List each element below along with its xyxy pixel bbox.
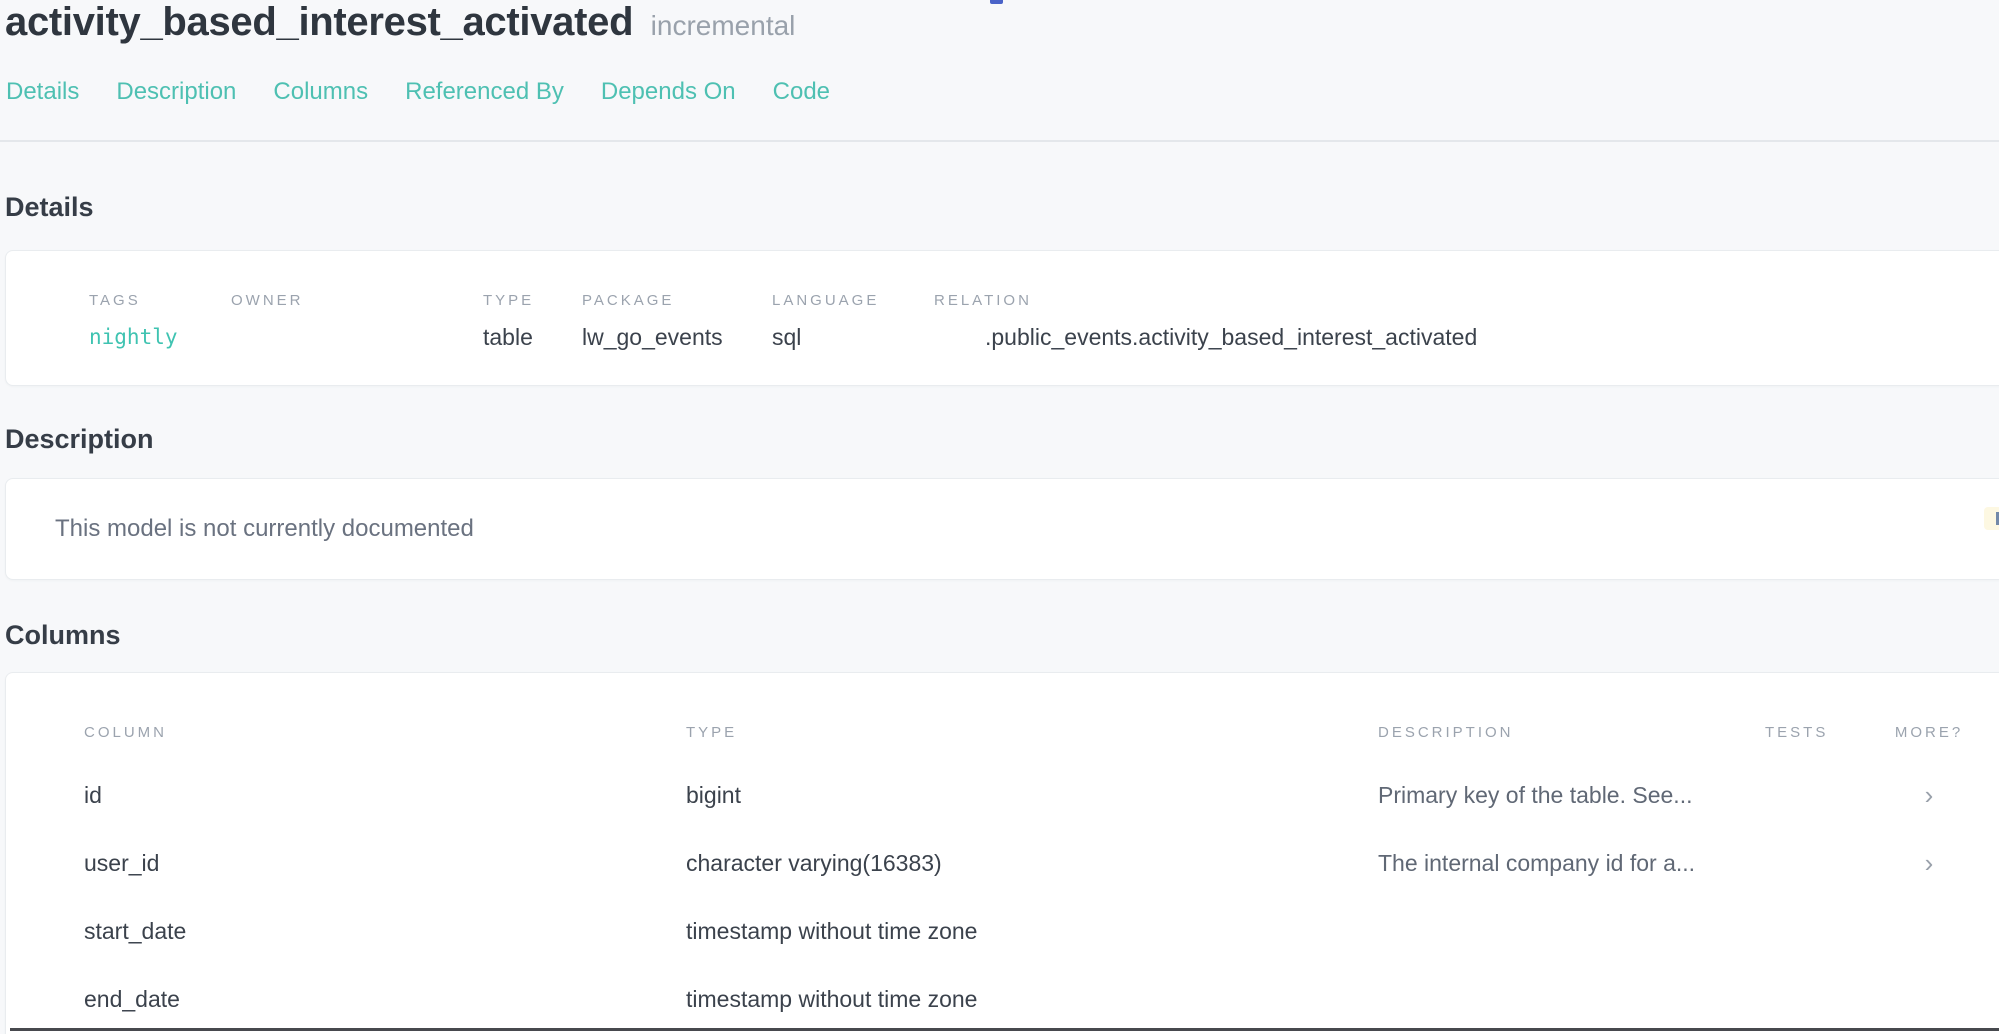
- cell-column-name: start_date: [84, 916, 186, 946]
- tab-bar-divider: [0, 140, 1999, 142]
- section-heading-columns: Columns: [5, 620, 121, 651]
- column-header-description: DESCRIPTION: [1378, 724, 1514, 742]
- tab-bar: Details Description Columns Referenced B…: [6, 78, 830, 106]
- detail-value-package: lw_go_events: [582, 323, 772, 351]
- table-row[interactable]: user_id character varying(16383) The int…: [6, 848, 1999, 882]
- detail-field-type: TYPE table: [483, 293, 582, 385]
- section-heading-details: Details: [5, 192, 94, 223]
- detail-value-relation: .public_events.activity_based_interest_a…: [934, 323, 1999, 351]
- columns-card: COLUMN TYPE DESCRIPTION TESTS MORE? id b…: [5, 672, 1999, 1034]
- description-card: This model is not currently documented: [5, 478, 1999, 580]
- tab-columns[interactable]: Columns: [273, 78, 368, 106]
- detail-field-owner: OWNER: [231, 293, 483, 385]
- detail-label-language: LANGUAGE: [772, 293, 934, 309]
- tab-description[interactable]: Description: [116, 78, 236, 106]
- detail-field-package: PACKAGE lw_go_events: [582, 293, 772, 385]
- detail-label-tags: TAGS: [89, 293, 231, 309]
- description-body: This model is not currently documented: [55, 515, 474, 543]
- columns-table-header: COLUMN TYPE DESCRIPTION TESTS MORE?: [6, 718, 1999, 752]
- column-header-tests: TESTS: [1765, 724, 1828, 742]
- tab-details[interactable]: Details: [6, 78, 79, 106]
- cell-column-type: timestamp without time zone: [686, 984, 977, 1014]
- page-header: activity_based_interest_activated increm…: [5, 0, 795, 45]
- table-row[interactable]: start_date timestamp without time zone: [6, 916, 1999, 950]
- cell-column-type: bigint: [686, 780, 741, 810]
- tab-code[interactable]: Code: [773, 78, 830, 106]
- cell-column-name: id: [84, 780, 102, 810]
- tab-depends-on[interactable]: Depends On: [601, 78, 736, 106]
- detail-label-relation: RELATION: [934, 293, 1999, 309]
- detail-value-type: table: [483, 323, 582, 351]
- column-header-column: COLUMN: [84, 724, 167, 742]
- cell-column-type: character varying(16383): [686, 848, 942, 878]
- clipped-link-fragment: [990, 0, 1003, 4]
- cell-column-type: timestamp without time zone: [686, 916, 977, 946]
- detail-field-tags: TAGS nightly: [89, 293, 231, 385]
- materialization-badge: incremental: [651, 10, 796, 41]
- detail-field-relation: RELATION .public_events.activity_based_i…: [934, 293, 1999, 385]
- table-row[interactable]: id bigint Primary key of the table. See.…: [6, 780, 1999, 814]
- viewport-bottom-edge: [10, 1028, 1999, 1031]
- cell-column-description: The internal company id for a...: [1378, 848, 1695, 878]
- detail-label-owner: OWNER: [231, 293, 483, 309]
- expand-row-chevron-icon[interactable]: ›: [1890, 780, 1968, 810]
- detail-label-package: PACKAGE: [582, 293, 772, 309]
- tag-link-nightly[interactable]: nightly: [89, 323, 231, 351]
- page-title: activity_based_interest_activated: [5, 0, 633, 44]
- table-row[interactable]: end_date timestamp without time zone: [6, 984, 1999, 1018]
- column-header-more: MORE?: [1890, 724, 1968, 742]
- column-header-type: TYPE: [686, 724, 737, 742]
- cell-column-name: user_id: [84, 848, 159, 878]
- cell-column-name: end_date: [84, 984, 180, 1014]
- section-heading-description: Description: [5, 424, 154, 455]
- detail-field-language: LANGUAGE sql: [772, 293, 934, 385]
- cell-column-description: Primary key of the table. See...: [1378, 780, 1692, 810]
- details-card: TAGS nightly OWNER TYPE table PACKAGE lw…: [5, 250, 1999, 386]
- tab-referenced-by[interactable]: Referenced By: [405, 78, 564, 106]
- detail-value-language: sql: [772, 323, 934, 351]
- detail-label-type: TYPE: [483, 293, 582, 309]
- expand-row-chevron-icon[interactable]: ›: [1890, 848, 1968, 878]
